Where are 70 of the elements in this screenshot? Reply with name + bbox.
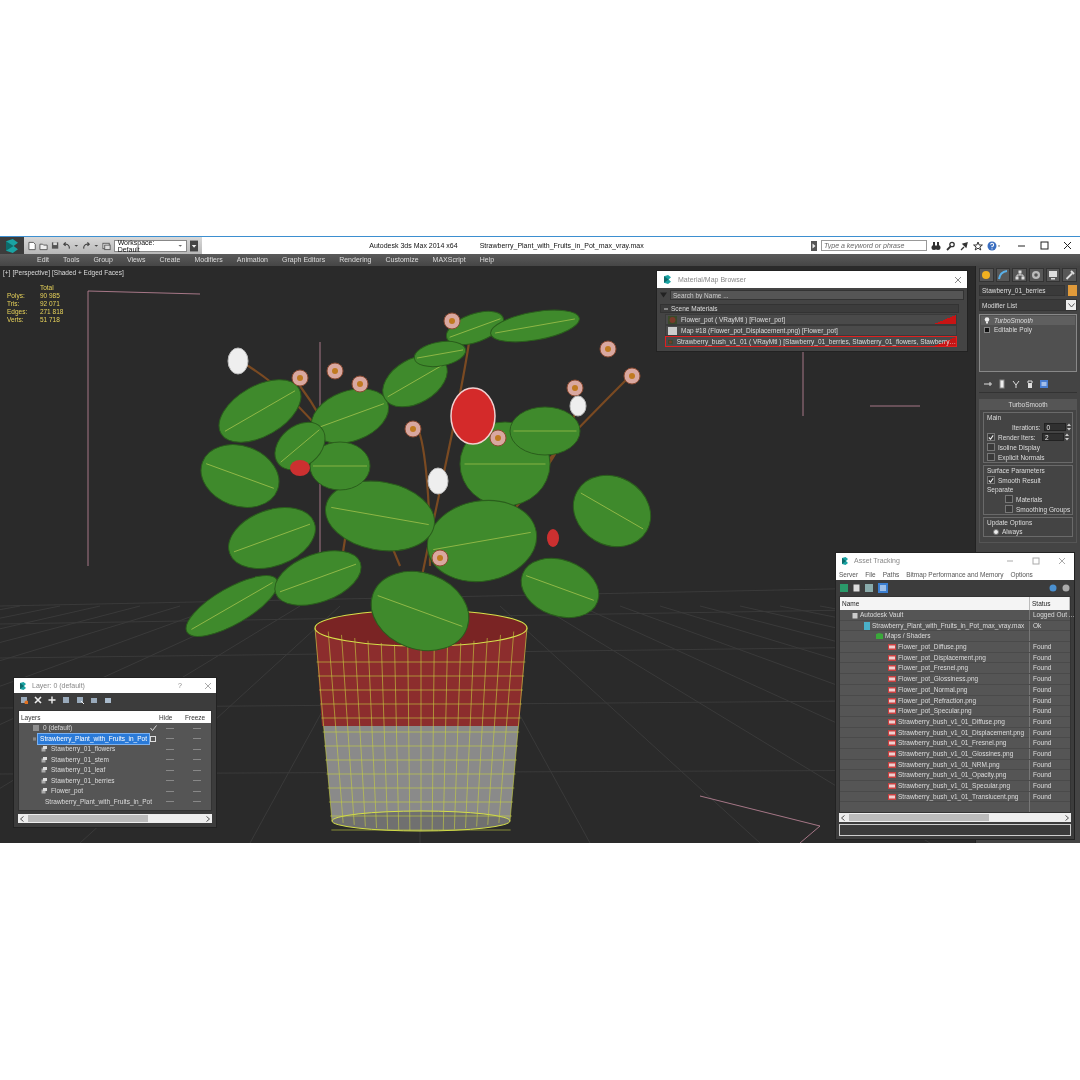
save-icon[interactable] [51,241,60,250]
hierarchy-icon [1014,270,1025,280]
checkbox[interactable] [1005,495,1013,503]
layer-icon [33,725,39,732]
scroll-right-icon [1065,814,1069,821]
radio-button[interactable] [993,528,999,535]
configure-sets-icon[interactable] [1039,378,1049,389]
wrench-icon[interactable] [945,240,955,251]
object-icon [41,767,47,774]
hierarchy-tab[interactable] [1012,268,1027,282]
highlight-layer-icon[interactable] [76,696,84,704]
object-icon [41,788,47,795]
new-layer-icon[interactable] [20,696,28,704]
play-arrow-icon[interactable] [811,240,817,251]
horizontal-scrollbar[interactable] [18,814,212,823]
new-file-icon[interactable] [28,240,37,251]
create-tab[interactable] [979,268,994,282]
close-icon[interactable] [1063,241,1072,250]
checkbox[interactable] [987,433,995,441]
bulb-icon [984,317,990,324]
motion-icon [1031,270,1042,280]
map-thumbnail-icon [668,326,677,335]
scroll-right-icon [206,815,210,822]
create-icon [981,270,992,280]
remove-modifier-icon[interactable] [1025,378,1035,389]
object-icon [41,756,47,763]
maximize-icon[interactable] [1040,241,1049,250]
modify-icon [998,270,1008,280]
scene-file-icon [864,621,870,630]
undo-icon[interactable] [62,241,72,250]
delete-icon[interactable] [34,696,42,704]
motion-tab[interactable] [1029,268,1044,282]
caret-down-icon [1067,302,1075,308]
scroll-left-icon [841,814,845,821]
project-folder-icon[interactable] [101,240,111,251]
app-logo-icon [4,237,20,254]
add-icon[interactable] [48,696,56,704]
modify-tab[interactable] [995,268,1011,282]
redo-icon[interactable] [81,241,92,250]
horizontal-scrollbar[interactable] [839,813,1071,822]
utilities-tab[interactable] [1062,268,1078,282]
box-icon [984,326,990,333]
current-layer-box-icon[interactable] [150,735,156,742]
checkbox[interactable] [987,453,995,461]
star-icon[interactable] [973,240,983,251]
display-tab[interactable] [1045,268,1061,282]
checkbox[interactable] [1005,505,1013,513]
material-thumbnail-icon [668,315,677,324]
checkmark-icon[interactable] [149,725,157,732]
checkbox[interactable] [987,443,995,451]
scroll-left-icon [20,815,24,822]
binoculars-icon[interactable] [931,240,941,251]
app-logo-icon [662,274,673,285]
gizmo-line [869,405,921,407]
object-icon [41,746,47,753]
object-icon [41,777,47,784]
app-logo-icon [840,555,850,566]
spinner-arrows-icon[interactable] [1065,433,1069,441]
pin-icon[interactable] [959,240,969,251]
object-color-swatch[interactable] [1068,285,1077,296]
layer-icon [33,735,37,742]
checkbox[interactable] [987,476,995,484]
make-unique-icon[interactable] [1011,378,1021,389]
display-icon [1048,270,1058,280]
folder-icon [876,633,883,640]
app-logo-icon [18,680,28,691]
show-end-result-icon[interactable] [997,378,1007,389]
spinner-arrows-icon[interactable] [1066,423,1071,431]
utilities-icon [1064,270,1075,280]
material-thumbnail-icon [668,337,673,346]
